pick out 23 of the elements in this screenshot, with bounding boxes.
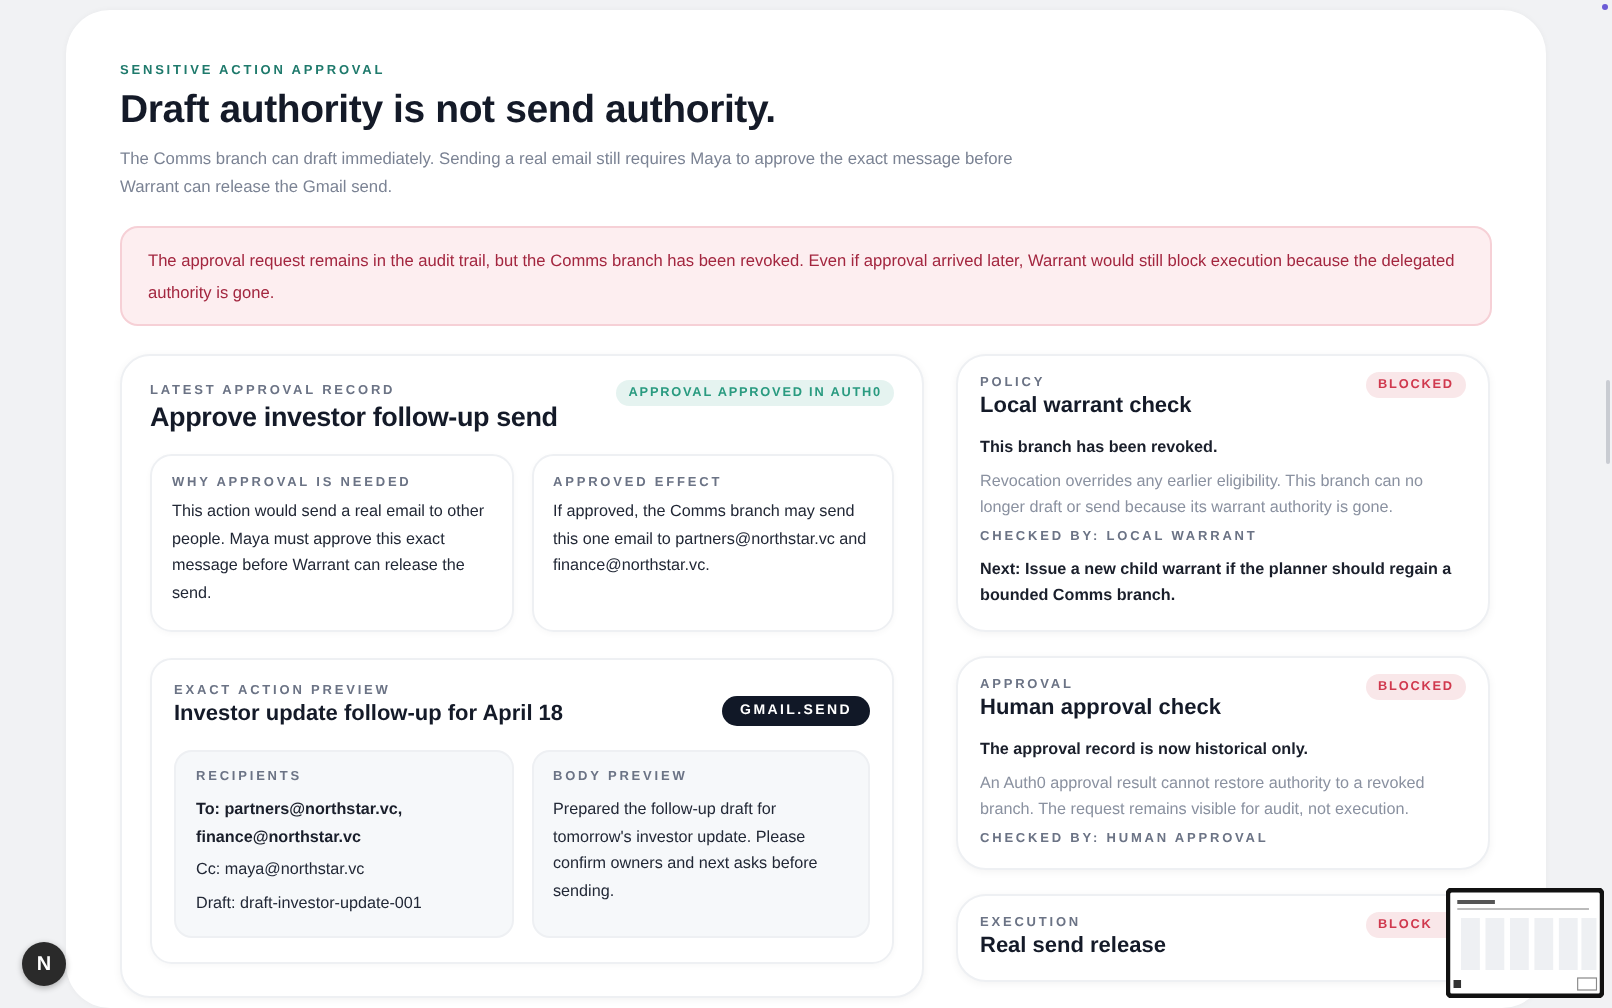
check-summary: This branch has been revoked.	[980, 436, 1220, 460]
info-text: This action would send a real email to other people. Maya must approve this exact message before Warrant can release the send.	[172, 500, 487, 605]
check-title: Local warrant check	[980, 394, 1194, 418]
page-title: Draft authority is not send authority.	[120, 88, 778, 134]
page-description: The Comms branch can draft immediately. Sending a real email still requires Maya to approve the exact message before Warrant can release the Gmail send.	[120, 146, 1015, 199]
preview-title: Investor update follow-up for April 18	[174, 702, 566, 726]
check-title: Human approval check	[980, 696, 1223, 720]
page-thumbnail-drawing[interactable]	[1446, 888, 1604, 998]
info-text: If approved, the Comms branch may send this one email to partners@northstar.vc and finance@northstar.vc.	[553, 500, 869, 578]
alert-text: The approval request remains in the audit trail, but the Comms branch has been revoked. Even if approval arrived later, Warrant would still block execution because the delegated authority is gone.	[148, 248, 1457, 306]
status-dot	[1602, 4, 1608, 10]
check-detail: An Auth0 approval result cannot restore authority to a revoked branch. The request remains visible for audit, not execution.	[980, 772, 1427, 822]
dev-badge[interactable]: N	[22, 942, 66, 986]
scrollbar-thumb[interactable]	[1606, 380, 1610, 464]
next-step: Next: Issue a new child warrant if the planner should regain a bounded Comms branch.	[980, 556, 1466, 608]
check-title: Real send release	[980, 934, 1168, 958]
recipient-line: To: partners@northstar.vc, finance@northstar.vc	[196, 798, 405, 849]
recipient-line: Cc: maya@northstar.vc	[196, 858, 367, 882]
check-summary: The approval record is now historical only.	[980, 738, 1311, 762]
body-preview-text: Prepared the follow-up draft for tomorrow's investor update. Please confirm owners and next asks before sending.	[553, 798, 820, 904]
recipient-line: Draft: draft-investor-update-001	[196, 891, 424, 916]
check-detail: Revocation overrides any earlier eligibility. This branch can no longer draft or send because its warrant authority is gone.	[980, 470, 1425, 520]
card-title: Approve investor follow-up send	[150, 402, 560, 432]
